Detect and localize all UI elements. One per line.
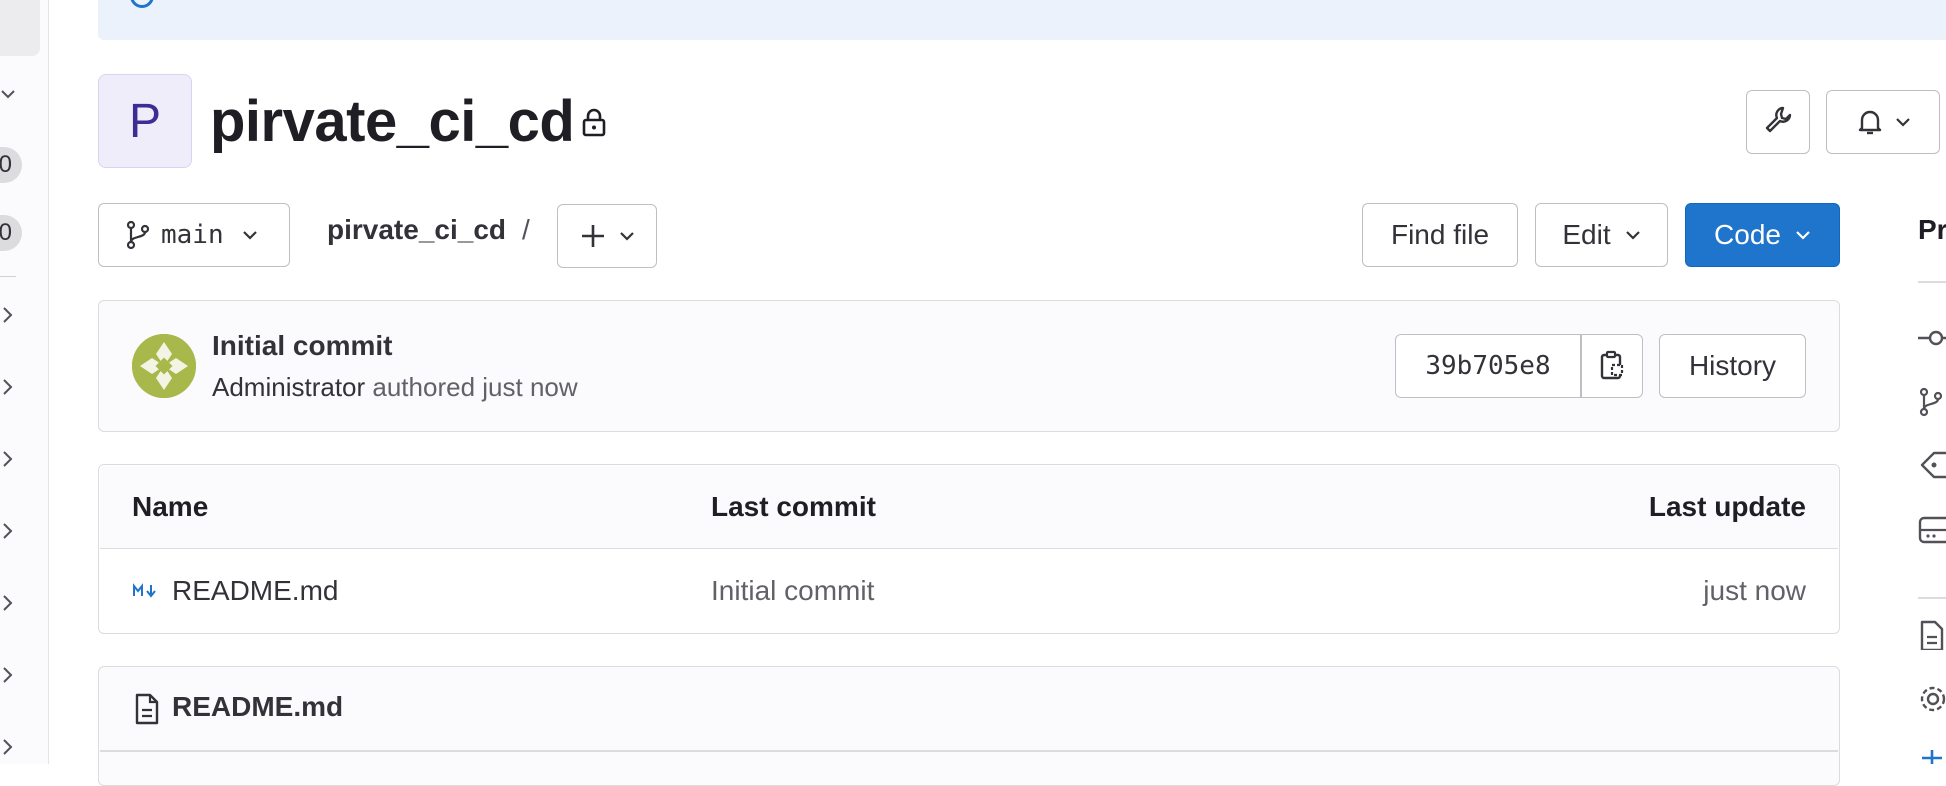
chevron-right-icon[interactable] [0, 449, 20, 469]
commit-author-avatar[interactable] [132, 334, 196, 398]
project-title: pirvate_ci_cd [210, 89, 575, 154]
code-button[interactable]: Code [1685, 203, 1840, 267]
plus-icon[interactable] [1918, 744, 1946, 764]
readme-title: README.md [172, 691, 344, 722]
copy-to-clipboard-icon [1597, 350, 1627, 382]
column-header-last-commit: Last commit [711, 491, 876, 522]
settings-wrench-button[interactable] [1746, 90, 1810, 154]
history-label: History [1688, 350, 1777, 381]
sidebar-divider [0, 276, 16, 277]
commit-meta: Administrator authored just now [212, 372, 578, 403]
commit-icon[interactable] [1918, 323, 1946, 353]
right-sidebar-heading: Pr [1918, 214, 1946, 245]
commit-title-link[interactable]: Initial commit [212, 330, 392, 362]
branch-name: main [161, 220, 224, 250]
commit-sha[interactable]: 39b705e8 [1395, 334, 1581, 398]
bell-icon [1855, 107, 1885, 137]
commit-authored-time: authored just now [372, 372, 578, 402]
plus-icon [579, 222, 607, 250]
column-header-name: Name [132, 491, 209, 522]
right-sidebar-divider [1918, 281, 1946, 283]
chevron-down-icon [1625, 227, 1641, 243]
branch-icon[interactable] [1918, 387, 1946, 417]
tag-icon[interactable] [1918, 450, 1946, 480]
history-button[interactable]: History [1659, 334, 1806, 398]
markdown-file-icon [132, 582, 160, 605]
chevron-right-icon[interactable] [0, 305, 20, 325]
branch-icon [125, 220, 151, 250]
column-header-last-update: Last update [1648, 491, 1806, 522]
chevron-right-icon[interactable] [0, 593, 20, 613]
chevron-right-icon[interactable] [0, 665, 20, 685]
document-icon [133, 693, 161, 730]
file-last-update: just now [1703, 575, 1806, 606]
breadcrumb-project-link[interactable]: pirvate_ci_cd [327, 214, 506, 246]
file-last-commit-link[interactable]: Initial commit [711, 575, 874, 607]
chevron-right-icon[interactable] [0, 377, 20, 397]
file-name-link[interactable]: README.md [172, 575, 338, 607]
sidebar-top-item[interactable] [0, 0, 40, 56]
chevron-down-icon [1795, 227, 1811, 243]
chevron-down-icon [619, 228, 635, 244]
lock-icon [580, 108, 608, 143]
find-file-label: Find file [1390, 219, 1490, 250]
branch-selector[interactable]: main [98, 203, 290, 267]
readme-header-divider [100, 750, 1838, 752]
readme-panel [98, 666, 1840, 786]
code-label: Code [1714, 219, 1781, 250]
chevron-down-icon [1895, 114, 1911, 130]
add-to-tree-button[interactable] [557, 204, 657, 268]
alert-banner [98, 0, 1946, 40]
notifications-button[interactable] [1826, 90, 1940, 154]
edit-label: Edit [1562, 219, 1611, 250]
copy-sha-button[interactable] [1581, 334, 1643, 398]
chevron-down-icon[interactable] [0, 84, 20, 104]
project-avatar: P [98, 74, 192, 168]
document-icon[interactable] [1918, 620, 1946, 650]
find-file-button[interactable]: Find file [1362, 203, 1518, 267]
wrench-icon [1763, 104, 1793, 141]
edit-button[interactable]: Edit [1535, 203, 1668, 267]
gear-icon[interactable] [1918, 684, 1946, 714]
chevron-right-icon[interactable] [0, 737, 20, 757]
commit-author-link[interactable]: Administrator [212, 372, 365, 402]
chevron-right-icon[interactable] [0, 521, 20, 541]
breadcrumb-separator: / [522, 214, 530, 245]
chevron-down-icon [242, 227, 258, 243]
right-sidebar-divider [1918, 597, 1946, 599]
storage-icon[interactable] [1918, 515, 1946, 545]
